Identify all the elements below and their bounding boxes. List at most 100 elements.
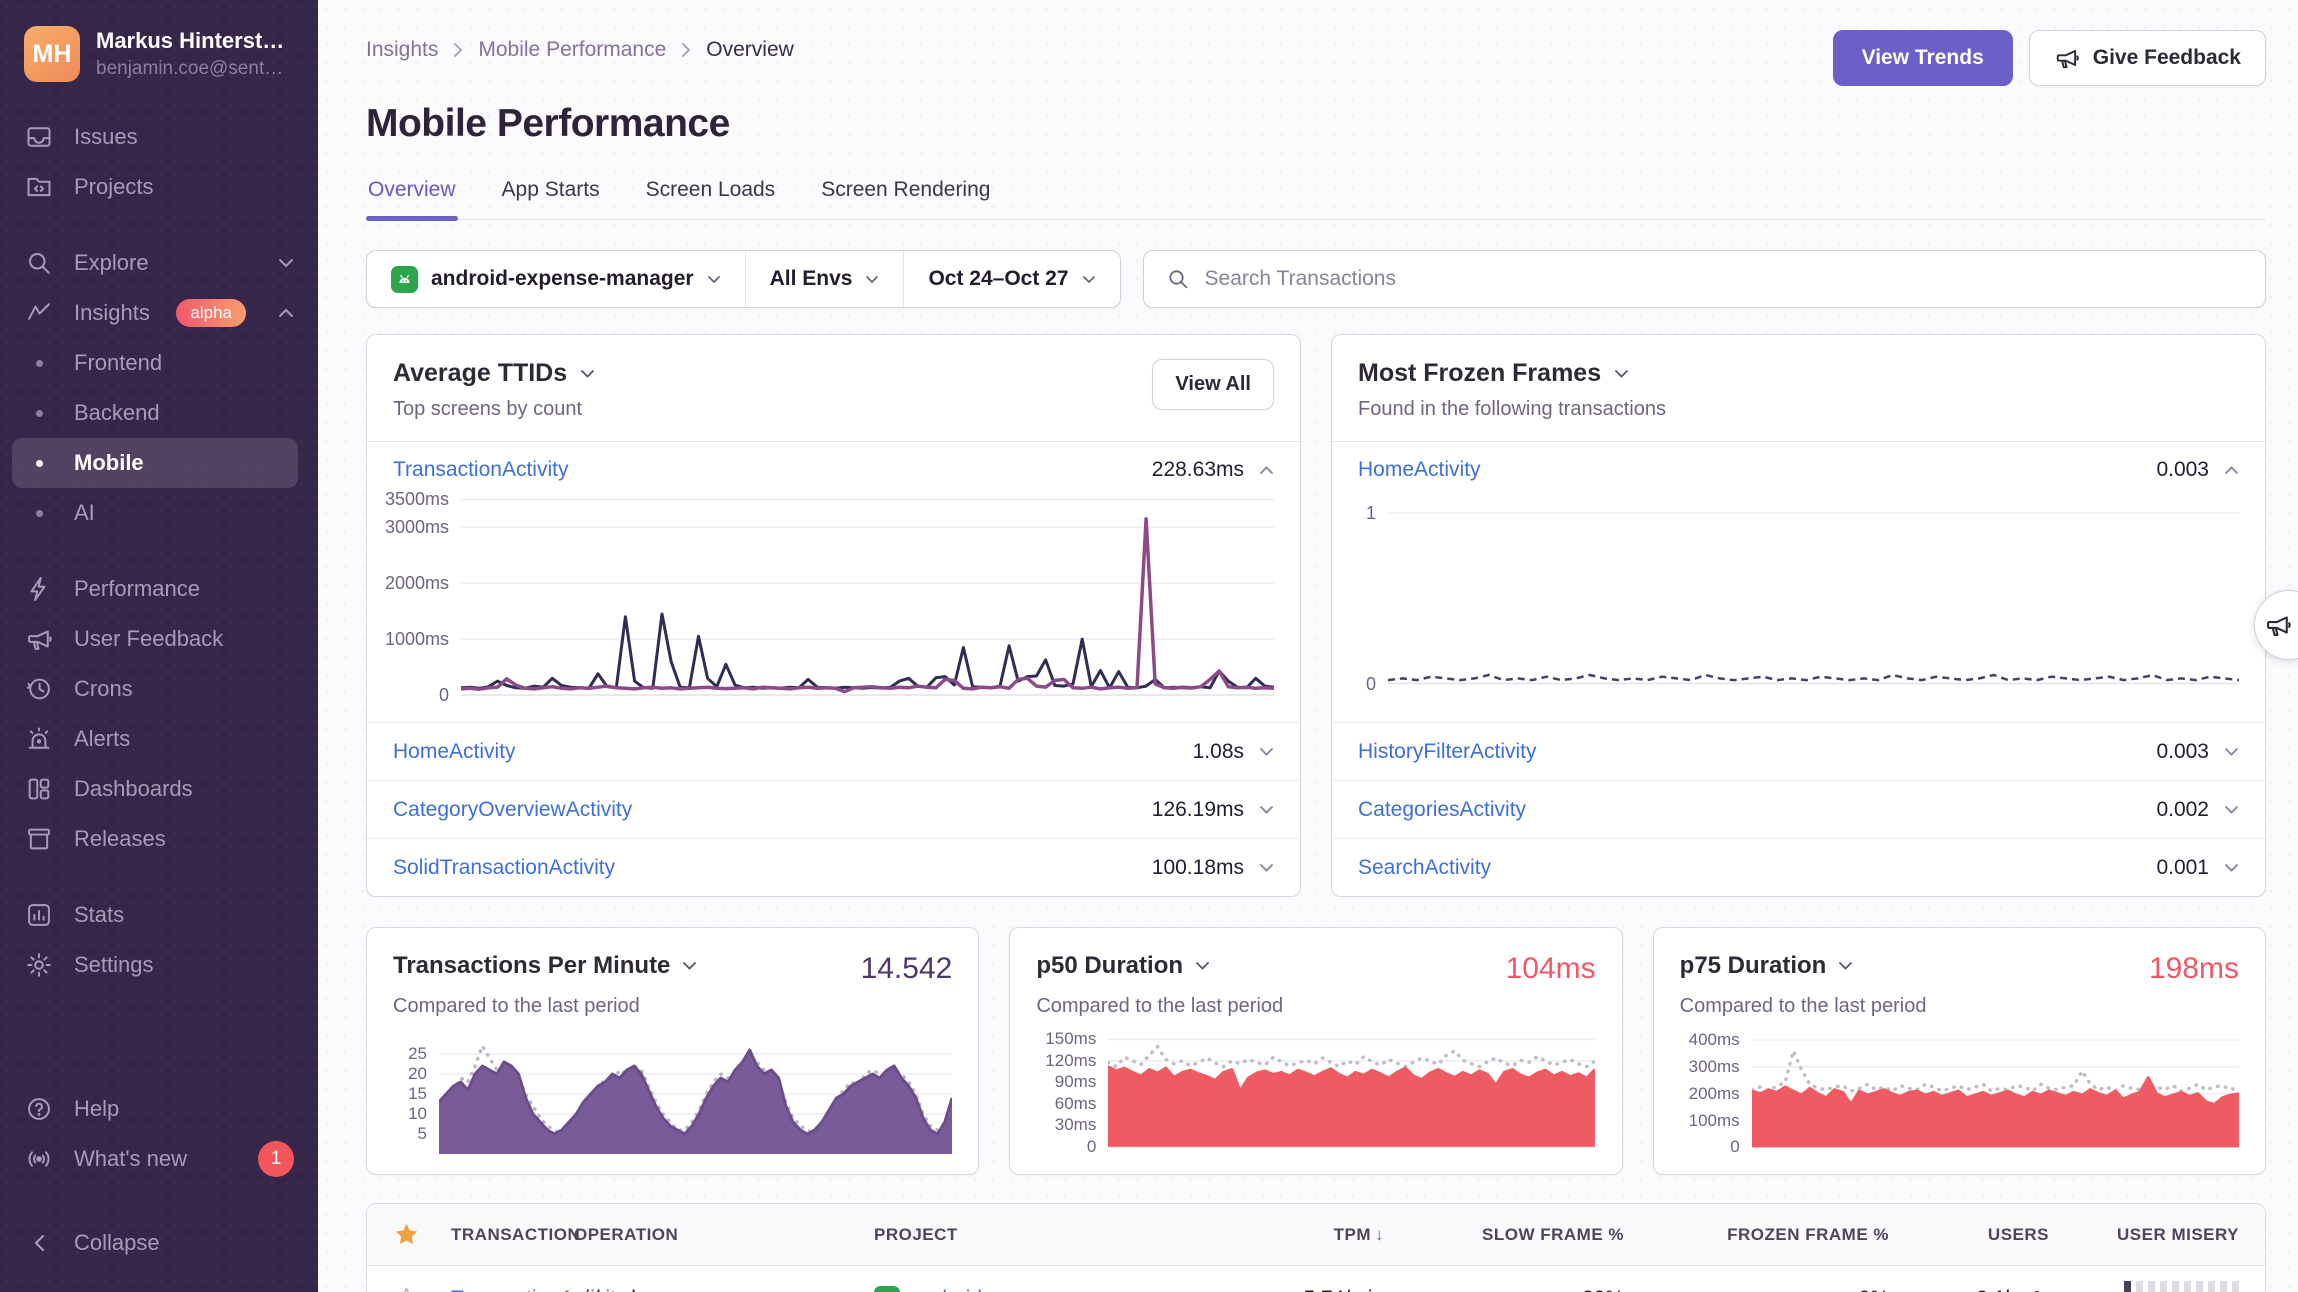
p50-card-title[interactable]: p50 Duration xyxy=(1036,952,1210,980)
projects-icon xyxy=(24,173,54,201)
transaction-link[interactable]: TransactionActivity xyxy=(393,458,568,482)
sidebar-collapse[interactable]: Collapse xyxy=(0,1218,318,1268)
sidebar-item-help[interactable]: Help xyxy=(0,1084,318,1134)
project-link[interactable]: android-expense-manager xyxy=(912,1287,1158,1292)
chevron-down-icon xyxy=(580,369,595,379)
most-frozen-frames-title[interactable]: Most Frozen Frames xyxy=(1358,359,1666,388)
tab-overview[interactable]: Overview xyxy=(366,178,458,219)
average-ttids-title[interactable]: Average TTIDs xyxy=(393,359,595,388)
breadcrumb-insights[interactable]: Insights xyxy=(366,38,438,62)
date-range-selector[interactable]: Oct 24–Oct 27 xyxy=(903,251,1119,307)
most-frozen-frames-card: Most Frozen Frames Found in the followin… xyxy=(1331,334,2266,897)
p75-card-title[interactable]: p75 Duration xyxy=(1680,952,1854,980)
chevron-down-icon[interactable] xyxy=(1259,863,1274,873)
sidebar-item-crons[interactable]: Crons xyxy=(0,664,318,714)
view-trends-button[interactable]: View Trends xyxy=(1833,30,2013,86)
sidebar-item-dashboards[interactable]: Dashboards xyxy=(0,764,318,814)
chevron-down-icon xyxy=(278,258,294,268)
user-menu[interactable]: MH Markus Hinterst… benjamin.coe@sent… xyxy=(0,26,318,82)
search-icon xyxy=(1166,267,1190,291)
bullet-icon xyxy=(24,510,54,517)
tab-app-starts[interactable]: App Starts xyxy=(500,178,602,219)
table-header-row: Transaction Operation Project TPM↓ Slow … xyxy=(367,1204,2265,1266)
star-icon[interactable] xyxy=(393,1221,420,1248)
tpm-chart-plot xyxy=(439,1038,952,1154)
chevron-down-icon[interactable] xyxy=(2224,747,2239,757)
transaction-link[interactable]: CategoryOverviewActivity xyxy=(393,798,632,822)
tab-screen-loads[interactable]: Screen Loads xyxy=(644,178,778,219)
chevron-down-icon[interactable] xyxy=(1259,805,1274,815)
column-user-misery[interactable]: User Misery xyxy=(2049,1225,2239,1245)
sidebar-item-label: Backend xyxy=(74,400,160,426)
insights-icon xyxy=(24,299,54,327)
chevron-down-icon[interactable] xyxy=(2224,805,2239,815)
give-feedback-button[interactable]: Give Feedback xyxy=(2029,30,2266,86)
sidebar-item-stats[interactable]: Stats xyxy=(0,890,318,940)
sidebar-item-alerts[interactable]: Alerts xyxy=(0,714,318,764)
sort-arrow-down-icon: ↓ xyxy=(1375,1225,1384,1245)
tpm-chart: 252015105 xyxy=(393,1038,952,1154)
sidebar-item-performance[interactable]: Performance xyxy=(0,564,318,614)
chevron-up-icon[interactable] xyxy=(2224,465,2239,475)
sidebar-item-label: Frontend xyxy=(74,350,162,376)
sidebar-item-settings[interactable]: Settings xyxy=(0,940,318,990)
transaction-link[interactable]: HistoryFilterActivity xyxy=(1358,740,1537,764)
transaction-link[interactable]: SolidTransactionActivity xyxy=(393,856,615,880)
chevron-right-icon xyxy=(453,42,463,58)
column-slow-frame[interactable]: Slow Frame % xyxy=(1384,1225,1624,1245)
chevron-up-icon[interactable] xyxy=(1259,465,1274,475)
chevron-left-icon xyxy=(24,1233,54,1253)
sidebar-item-user-feedback[interactable]: User Feedback xyxy=(0,614,318,664)
column-frozen-frame[interactable]: Frozen Frame % xyxy=(1624,1225,1889,1245)
user-misery-bar xyxy=(2124,1281,2239,1292)
help-icon xyxy=(24,1095,54,1123)
column-transaction[interactable]: Transaction xyxy=(451,1225,574,1245)
sidebar-item-issues[interactable]: Issues xyxy=(0,112,318,162)
avatar: MH xyxy=(24,26,80,82)
sidebar-item-ai[interactable]: AI xyxy=(0,488,318,538)
sidebar-item-projects[interactable]: Projects xyxy=(0,162,318,212)
chevron-down-icon xyxy=(1838,961,1853,971)
sidebar-item-label: Insights xyxy=(74,300,150,326)
column-tpm[interactable]: TPM↓ xyxy=(1214,1225,1384,1245)
sidebar-item-frontend[interactable]: Frontend xyxy=(0,338,318,388)
card-subtitle: Compared to the last period xyxy=(1680,995,2239,1018)
transaction-link[interactable]: HomeActivity xyxy=(1358,458,1481,482)
search-transactions-input[interactable] xyxy=(1205,267,2243,291)
page-filter-bar: android-expense-manager All Envs Oct 24–… xyxy=(366,250,1121,308)
ttid-chart-plot xyxy=(461,496,1274,704)
sidebar-item-releases[interactable]: Releases xyxy=(0,814,318,864)
column-operation[interactable]: Operation xyxy=(574,1225,874,1245)
column-project[interactable]: Project xyxy=(874,1225,1214,1245)
star-outline-icon[interactable] xyxy=(393,1285,420,1292)
p75-chart-plot xyxy=(1752,1038,2239,1154)
whats-new-badge: 1 xyxy=(258,1141,294,1177)
transaction-link[interactable]: HomeActivity xyxy=(393,740,516,764)
p50-chart-plot xyxy=(1108,1038,1595,1154)
chevron-down-icon[interactable] xyxy=(1259,747,1274,757)
chevron-down-icon[interactable] xyxy=(2224,863,2239,873)
sidebar-item-mobile[interactable]: Mobile xyxy=(12,438,298,488)
column-users[interactable]: Users xyxy=(1889,1225,2049,1245)
sidebar-item-insights[interactable]: Insights alpha xyxy=(0,288,318,338)
transaction-link[interactable]: SearchActivity xyxy=(1358,856,1491,880)
list-item: HomeActivity 1.08s xyxy=(367,722,1300,780)
row-value: 0.003 xyxy=(2156,740,2209,764)
sidebar-item-whats-new[interactable]: What's new 1 xyxy=(0,1134,318,1184)
sidebar-item-label: Dashboards xyxy=(74,776,193,802)
tab-screen-rendering[interactable]: Screen Rendering xyxy=(819,178,992,219)
environment-selector[interactable]: All Envs xyxy=(745,251,904,307)
sidebar-item-backend[interactable]: Backend xyxy=(0,388,318,438)
transaction-link[interactable]: CategoriesActivity xyxy=(1358,798,1526,822)
archive-icon xyxy=(24,825,54,853)
row-value: 126.19ms xyxy=(1152,798,1244,822)
users-count: 8.1k xyxy=(1976,1287,2016,1292)
breadcrumb-mobile-performance[interactable]: Mobile Performance xyxy=(478,38,666,62)
view-all-button[interactable]: View All xyxy=(1152,359,1274,410)
android-project-icon xyxy=(391,266,418,293)
tpm-card-title[interactable]: Transactions Per Minute xyxy=(393,952,697,980)
sidebar-item-label: Settings xyxy=(74,952,154,978)
card-title: p50 Duration xyxy=(1036,952,1183,980)
sidebar-item-explore[interactable]: Explore xyxy=(0,238,318,288)
project-selector[interactable]: android-expense-manager xyxy=(367,251,745,307)
